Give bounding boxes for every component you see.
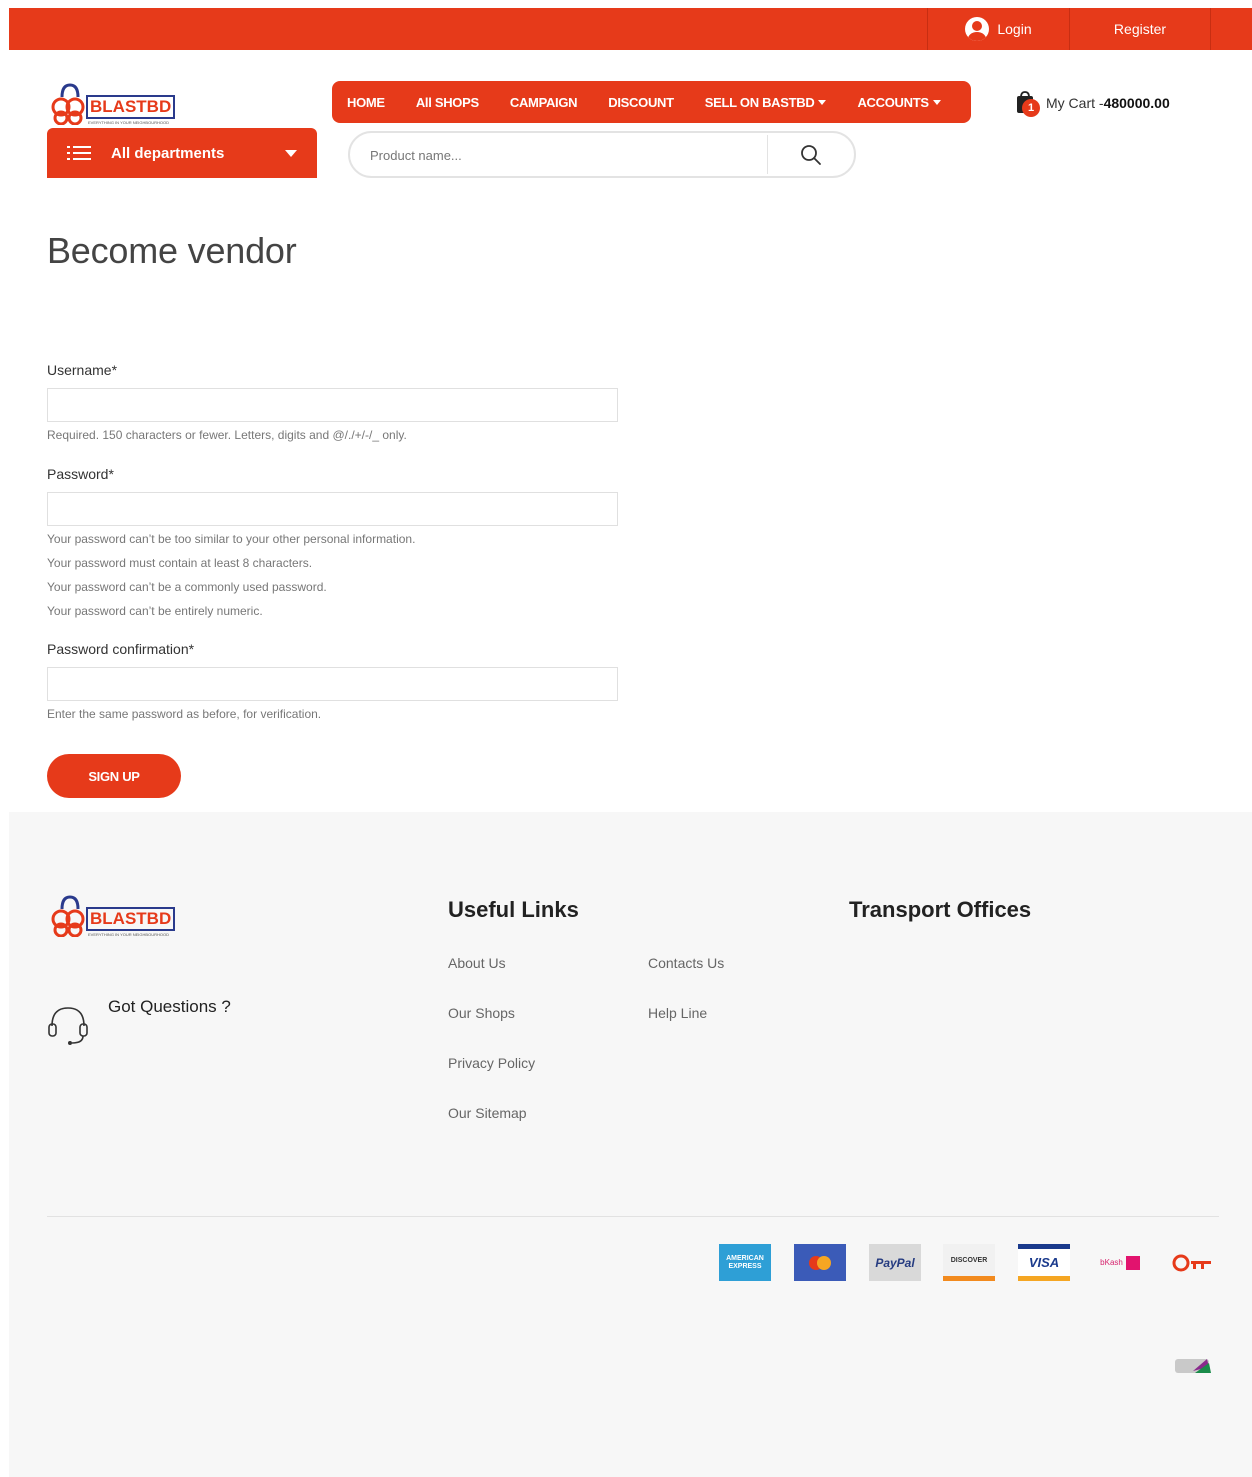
nav-accounts[interactable]: ACCOUNTS (857, 94, 941, 110)
nav-accounts-label: ACCOUNTS (857, 94, 929, 110)
caret-down-icon (932, 99, 941, 105)
transport-offices-title: Transport Offices (849, 897, 1032, 922)
search-button[interactable] (780, 139, 842, 171)
bkash-logo: bKash (1094, 1244, 1146, 1281)
list-icon (67, 146, 91, 160)
top-bar: Login Register (9, 8, 1252, 50)
password-label: Password* (47, 466, 114, 482)
cart-label: My Cart - (1046, 95, 1104, 111)
user-icon (965, 17, 990, 41)
logo-mark-icon (50, 893, 90, 938)
password-help-3: Your password can’t be a commonly used p… (47, 580, 327, 594)
password-confirmation-label: Password confirmation* (47, 641, 195, 657)
search-divider (767, 135, 768, 174)
footer-logo-text: BLASTBD (86, 907, 176, 931)
logo-tagline: EVERYTHING IN YOUR NEIGHBOURHOOD (88, 120, 169, 125)
headset-icon (48, 1007, 88, 1045)
rocket-logo (1172, 1352, 1214, 1378)
search-icon (801, 145, 821, 165)
register-link[interactable]: Register (1069, 8, 1211, 50)
nav-sell-on-bastbd[interactable]: SELL ON BASTBD (705, 95, 827, 110)
paypal-logo: PayPal (869, 1244, 921, 1281)
username-input[interactable] (47, 388, 618, 422)
discover-text: DISCOVER (950, 1256, 988, 1264)
footer-link-about-us[interactable]: About Us (448, 955, 506, 971)
footer-logo[interactable]: BLASTBD EVERYTHING IN YOUR NEIGHBOURHOOD (50, 893, 176, 938)
all-departments-dropdown[interactable]: All departments (47, 128, 317, 178)
site-logo[interactable]: BLASTBD EVERYTHING IN YOUR NEIGHBOURHOOD (50, 81, 176, 126)
site-footer: BLASTBD EVERYTHING IN YOUR NEIGHBOURHOOD… (9, 812, 1252, 1477)
nav-home-label: HOME (347, 94, 385, 110)
nav-all-shops[interactable]: All SHOPS (416, 95, 479, 110)
nav-discount-label: DISCOUNT (608, 94, 674, 110)
vendor-signup-form: Username* Required. 150 characters or fe… (47, 362, 618, 721)
footer-link-contacts-us[interactable]: Contacts Us (648, 955, 724, 971)
nav-campaign-label: CAMPAIGN (509, 94, 578, 110)
password-input[interactable] (47, 492, 618, 526)
search-input[interactable] (370, 143, 760, 167)
nav-discount[interactable]: DISCOUNT (608, 95, 674, 110)
visa-logo: VISA (1018, 1244, 1070, 1281)
main-nav: HOME All SHOPS CAMPAIGN DISCOUNT SELL ON… (332, 81, 971, 123)
shopping-bag-icon: 1 (1014, 90, 1040, 117)
nav-home[interactable]: HOME (347, 95, 385, 110)
password-help-1: Your password can’t be too similar to yo… (47, 532, 416, 546)
password-help-2: Your password must contain at least 8 ch… (47, 556, 313, 570)
got-questions-text: Got Questions ? (108, 997, 231, 1016)
password-confirmation-input[interactable] (47, 667, 618, 701)
login-label: Login (997, 21, 1032, 37)
nav-all-shops-label: All SHOPS (415, 94, 479, 110)
mastercard-logo (794, 1244, 846, 1281)
useful-links-title: Useful Links (448, 897, 579, 922)
footer-link-our-shops[interactable]: Our Shops (448, 1005, 515, 1021)
logo-mark-icon (50, 81, 90, 126)
register-label: Register (1113, 21, 1167, 37)
amex-logo: AMERICAN EXPRESS (719, 1244, 771, 1281)
footer-link-help-line[interactable]: Help Line (648, 1005, 707, 1021)
nav-sell-label: SELL ON BASTBD (704, 94, 815, 110)
caret-down-icon (818, 99, 827, 105)
chevron-down-icon (285, 150, 297, 157)
nagad-logo (1169, 1244, 1217, 1281)
password-help-4: Your password can’t be entirely numeric. (47, 604, 263, 618)
login-link[interactable]: Login (927, 8, 1069, 50)
logo-text: BLASTBD (86, 95, 176, 119)
amex-text: AMERICAN EXPRESS (726, 1254, 764, 1270)
footer-divider (47, 1216, 1219, 1217)
nav-campaign[interactable]: CAMPAIGN (509, 94, 578, 110)
password-confirmation-help: Enter the same password as before, for v… (47, 707, 322, 721)
footer-logo-tagline: EVERYTHING IN YOUR NEIGHBOURHOOD (88, 932, 169, 937)
footer-link-privacy-policy[interactable]: Privacy Policy (448, 1055, 535, 1071)
page-title: Become vendor (47, 230, 297, 271)
departments-label: All departments (111, 144, 225, 162)
cart-summary[interactable]: 1 My Cart -480000.00 (1014, 90, 1170, 117)
sign-up-button[interactable]: SIGN UP (47, 754, 181, 798)
search-bar (348, 131, 856, 178)
username-help: Required. 150 characters or fewer. Lette… (47, 428, 407, 442)
discover-logo: DISCOVER (943, 1244, 995, 1281)
bkash-text: bKash (1100, 1258, 1123, 1267)
visa-text: VISA (1028, 1255, 1060, 1270)
footer-link-our-sitemap[interactable]: Our Sitemap (448, 1105, 527, 1121)
paypal-text: PayPal (875, 1255, 915, 1270)
cart-count-badge: 1 (1022, 99, 1040, 117)
cart-amount: 480000.00 (1103, 95, 1170, 111)
username-label: Username* (47, 362, 118, 378)
